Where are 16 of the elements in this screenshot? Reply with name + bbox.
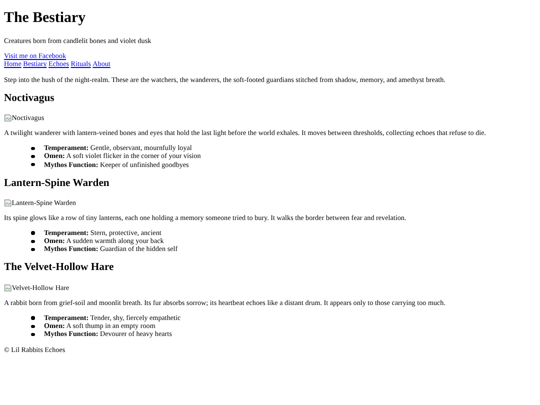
creature-heading: Noctivagus: [4, 92, 54, 105]
creature-heading: The Velvet-Hollow Hare: [4, 262, 114, 275]
bullet-icon: [31, 240, 34, 244]
bullet-icon: [31, 324, 34, 328]
creature-heading: Lantern-Spine Warden: [4, 178, 110, 190]
broken-image-icon: [4, 198, 12, 207]
page-title: The Bestiary: [4, 10, 86, 28]
bullet-icon: [31, 248, 34, 252]
bullet-icon: [31, 154, 34, 158]
broken-image-icon: [4, 284, 12, 292]
bullet-icon: [31, 332, 34, 336]
bullet-icon: [31, 231, 34, 235]
broken-image-icon: [4, 114, 12, 122]
bullet-icon: [31, 316, 34, 320]
bullet-icon: [31, 162, 34, 166]
bullet-icon: [31, 146, 34, 150]
